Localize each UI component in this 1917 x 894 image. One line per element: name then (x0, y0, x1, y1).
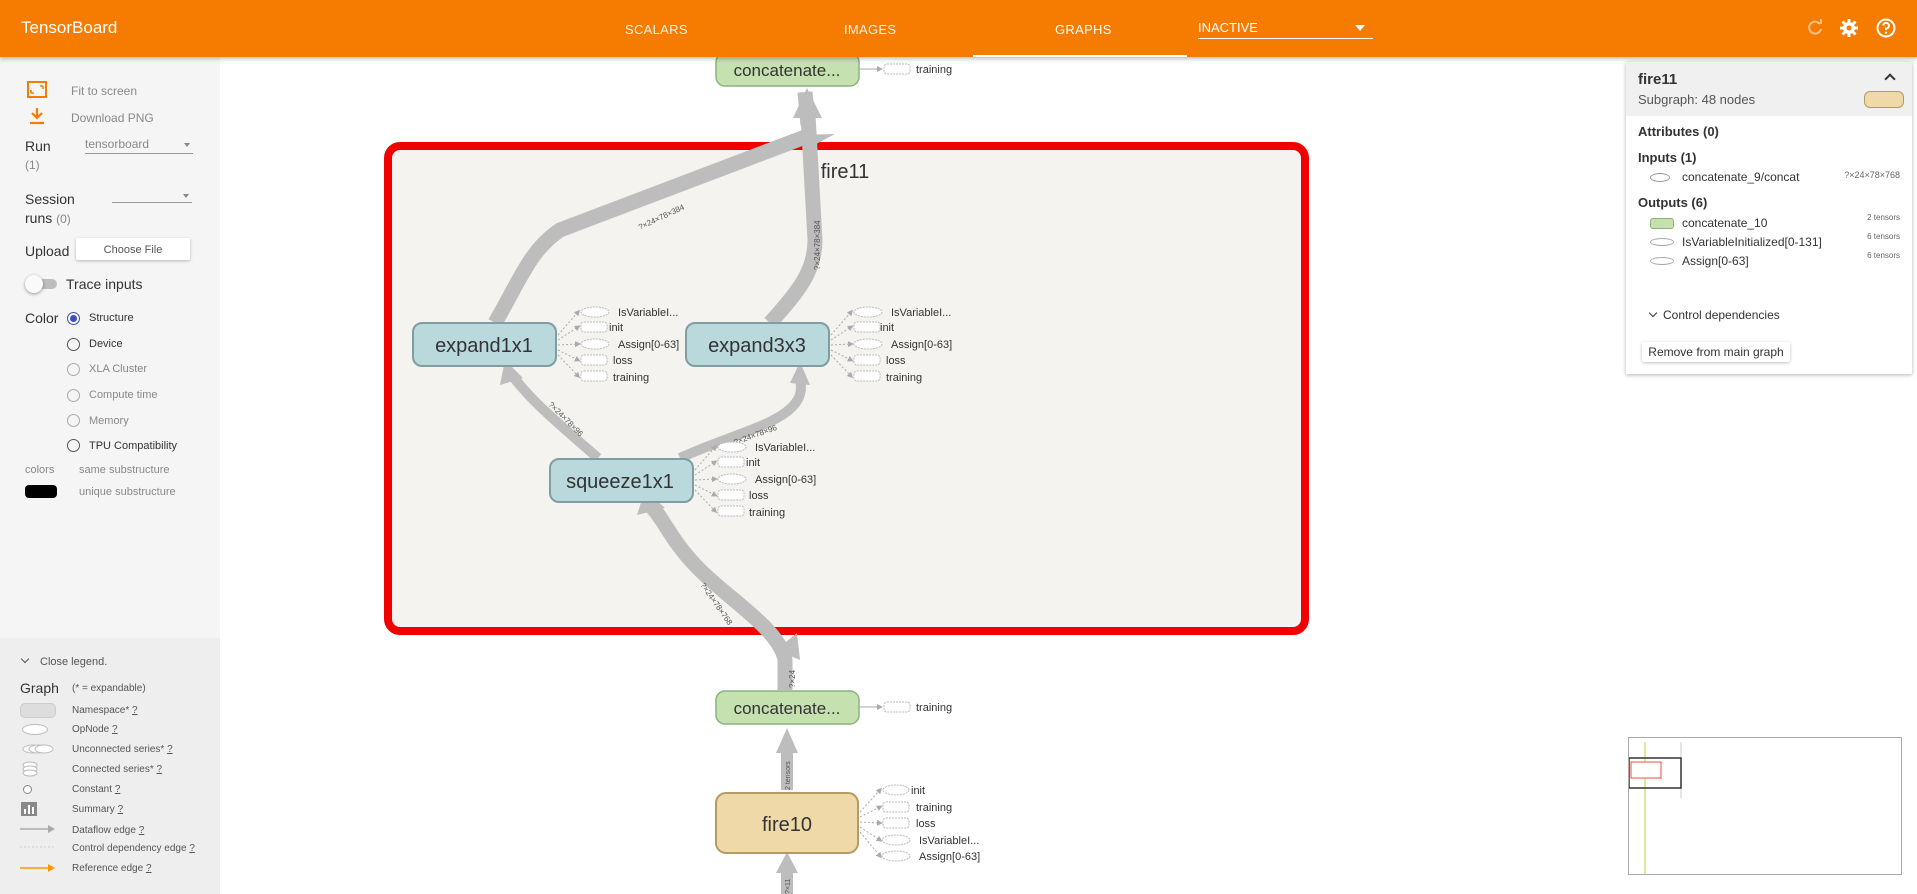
fire10-label: fire10 (762, 814, 812, 836)
app-title: TensorBoard (21, 18, 118, 37)
edge-label-e3: ?×24×78×384 (813, 220, 822, 270)
aux-label-mid-training: training (916, 702, 952, 714)
aux-sq-2: Assign[0-63] (755, 474, 816, 486)
info-inputs: Inputs (1) (1638, 150, 1697, 165)
tab-scalars[interactable]: SCALARS (625, 22, 688, 37)
edge-label-fire10: 2 tensors (785, 761, 792, 790)
aux-node-mid-training[interactable] (883, 701, 911, 713)
aux-e1-3: loss (613, 355, 633, 367)
edge-arrow-top (793, 88, 822, 118)
output-series-icon-2 (1650, 257, 1674, 265)
output-item-2[interactable]: Assign[0-63] (1682, 254, 1749, 268)
aux-sq-3: loss (749, 490, 769, 502)
graph-minimap[interactable] (1628, 737, 1902, 875)
node-info-card: fire11 Subgraph: 48 nodes Attributes (0)… (1626, 62, 1912, 374)
aux-f10-1: training (916, 802, 952, 814)
output-count-2: 6 tensors (1867, 251, 1900, 260)
top-app-bar: TensorBoard SCALARS IMAGES GRAPHS INACTI… (0, 0, 1917, 57)
aux-e3-3: loss (886, 355, 906, 367)
aux-sq-1: init (746, 457, 760, 469)
concatenate-top-label: concatenate... (734, 61, 841, 80)
output-count-0: 2 tensors (1867, 213, 1900, 222)
input-item-name[interactable]: concatenate_9/concat (1682, 170, 1799, 184)
info-outputs: Outputs (6) (1638, 195, 1708, 210)
aux-f10-4: Assign[0-63] (919, 851, 980, 863)
info-card-header: fire11 Subgraph: 48 nodes (1626, 62, 1912, 116)
edge-arrow-concat-mid (776, 728, 798, 753)
expand1x1-label: expand1x1 (435, 335, 533, 357)
aux-e1-1: init (609, 322, 623, 334)
chevron-down-icon[interactable] (1648, 308, 1658, 318)
aux-f10-3: IsVariableI... (919, 835, 979, 847)
output-node-icon (1650, 218, 1674, 229)
aux-e1-4: training (613, 372, 649, 384)
inactive-dropdown-label: INACTIVE (1198, 20, 1258, 35)
gear-icon[interactable] (1839, 18, 1859, 38)
aux-e1-0: IsVariableI... (618, 307, 678, 319)
expand3x3-label: expand3x3 (708, 335, 806, 357)
control-dependencies-toggle[interactable]: Control dependencies (1663, 308, 1780, 322)
input-item-shape: ?×24×78×768 (1844, 170, 1900, 180)
aux-f10-0: init (911, 785, 925, 797)
edge-label-in-short: ?×24 (788, 669, 797, 688)
help-icon[interactable] (1876, 18, 1896, 38)
remove-from-main-graph-button[interactable]: Remove from main graph (1642, 342, 1790, 362)
output-item-1[interactable]: IsVariableInitialized[0-131] (1682, 235, 1822, 249)
tab-images[interactable]: IMAGES (844, 22, 896, 37)
aux-e3-0: IsVariableI... (891, 307, 951, 319)
edge-label-bottom: ?×11 (785, 879, 792, 894)
aux-e1-2: Assign[0-63] (618, 339, 679, 351)
node-color-swatch (1864, 91, 1904, 108)
aux-sq-0: IsVariableI... (755, 442, 815, 454)
squeeze1x1-label: squeeze1x1 (566, 471, 674, 493)
aux-e3-1: init (880, 322, 894, 334)
aux-e3-2: Assign[0-63] (891, 339, 952, 351)
output-item-0[interactable]: concatenate_10 (1682, 216, 1767, 230)
info-attributes: Attributes (0) (1638, 124, 1719, 139)
inactive-dropdown[interactable]: INACTIVE (1198, 20, 1373, 39)
output-count-1: 6 tensors (1867, 232, 1900, 241)
edge-arrow-fire10-in (776, 852, 798, 873)
aux-label-top-training: training (916, 64, 952, 76)
fire10-aux-nodes (859, 784, 911, 862)
reload-icon[interactable] (1805, 18, 1825, 38)
chevron-down-icon (1355, 25, 1365, 31)
tab-graphs[interactable]: GRAPHS (1055, 22, 1112, 37)
output-series-icon (1650, 238, 1674, 246)
concatenate-mid-label: concatenate... (734, 699, 841, 718)
aux-e3-4: training (886, 372, 922, 384)
active-tab-indicator (973, 55, 1187, 57)
aux-node-top-training[interactable] (883, 63, 911, 75)
input-opnode-icon (1650, 173, 1670, 182)
info-subtitle: Subgraph: 48 nodes (1638, 92, 1756, 107)
aux-f10-2: loss (916, 818, 936, 830)
info-title: fire11 (1638, 71, 1678, 88)
aux-sq-4: training (749, 507, 785, 519)
chevron-up-icon[interactable] (1884, 73, 1896, 85)
minimap-svg (1628, 742, 1682, 874)
fire11-group-label: fire11 (821, 161, 870, 183)
